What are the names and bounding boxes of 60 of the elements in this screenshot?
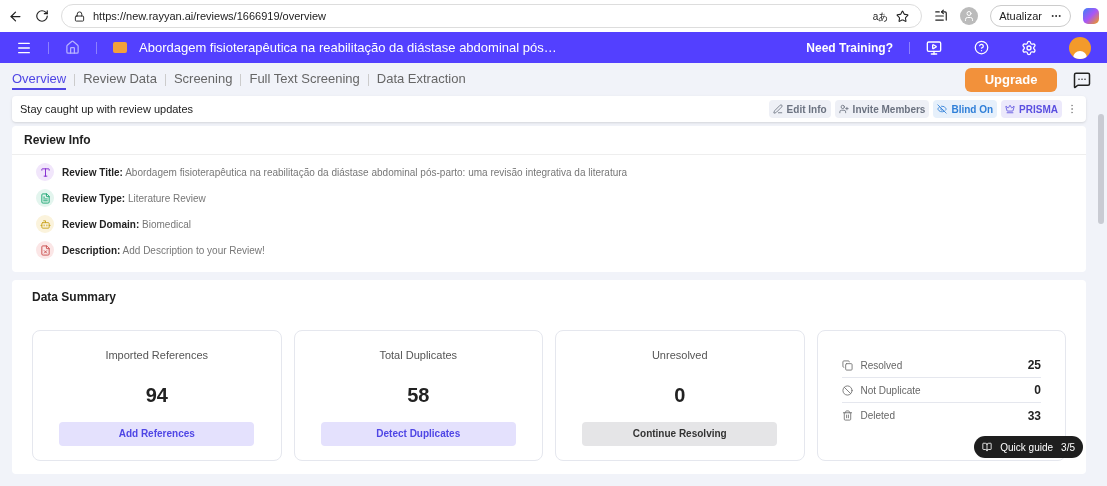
info-text: Review Title: Abordagem fisioterapêutica na reabilitação da diástase abdominal pós-parto: uma revisão integrativa da literatura (62, 165, 628, 180)
action-icon (1005, 104, 1016, 114)
breakdown-icon (841, 410, 853, 421)
favorites-icon[interactable] (934, 9, 949, 23)
toolbar-action[interactable]: Blind On (933, 100, 998, 118)
translate-icon[interactable]: aあ (872, 8, 889, 24)
url-text: https://new.rayyan.ai/reviews/1666919/overview (93, 8, 326, 24)
info-text: Review Domain: Biomedical (62, 217, 191, 232)
info-text: Review Type: Literature Review (62, 191, 206, 206)
info-icon (36, 163, 54, 181)
toolbar-action[interactable]: PRISMA (1001, 100, 1062, 118)
lock-icon (74, 10, 85, 22)
help-icon[interactable] (974, 40, 989, 55)
review-title: Abordagem fisioterapêutica na reabilitação da diástase abdominal pós… (139, 38, 557, 57)
info-icon (36, 241, 54, 259)
breakdown-value: 0 (1034, 382, 1041, 399)
stat-value: 94 (145, 382, 168, 408)
card-title: Review Info (12, 126, 1086, 155)
breakdown-icon (841, 384, 853, 396)
nav-tab[interactable]: Overview (12, 68, 67, 91)
stat-button[interactable]: Add References (59, 421, 255, 446)
breakdown-label: Deleted (860, 409, 896, 423)
breakdown-label: Not Duplicate (860, 383, 922, 398)
breakdown-value: 33 (1027, 407, 1041, 425)
nav-tab[interactable]: Data Extraction (376, 68, 466, 91)
avatar[interactable] (1069, 36, 1091, 59)
settings-icon[interactable] (1021, 39, 1037, 56)
book-icon (982, 442, 993, 452)
info-text: Description: Add Description to your Review! (62, 243, 265, 258)
monitor-icon[interactable] (926, 39, 942, 56)
chat-icon[interactable] (1073, 70, 1091, 89)
favorite-icon[interactable] (896, 9, 910, 23)
stat-label: Unresolved (651, 348, 708, 363)
training-link[interactable]: Need Training? (806, 38, 893, 57)
updates-text: Stay caught up with review updates (20, 101, 195, 117)
toolbar-action[interactable]: Edit Info (768, 100, 831, 118)
home-icon[interactable] (65, 40, 80, 55)
action-icon (838, 104, 849, 114)
action-icon (937, 104, 948, 114)
scrollbar[interactable] (1098, 114, 1104, 224)
nav-tab[interactable]: Review Data (83, 68, 157, 91)
nav-tab[interactable]: Screening (173, 68, 233, 91)
info-icon (36, 189, 54, 207)
stat-label: Total Duplicates (379, 348, 458, 363)
stat-value: 0 (674, 382, 686, 408)
stat-button[interactable]: Continue Resolving (582, 421, 778, 446)
breakdown-value: 25 (1027, 357, 1041, 374)
card-title: Data Summary (32, 289, 118, 306)
info-icon (36, 215, 54, 233)
stat-value: 58 (407, 382, 430, 408)
breakdown-icon (841, 359, 853, 371)
stat-button[interactable]: Detect Duplicates (320, 421, 516, 446)
breakdown-label: Resolved (860, 358, 904, 373)
reload-icon[interactable] (35, 9, 49, 23)
nav-tab[interactable]: Full Text Screening (249, 68, 360, 91)
stat-label: Imported References (105, 348, 209, 363)
action-icon (772, 104, 783, 114)
back-icon[interactable] (8, 8, 23, 24)
toolbar-action[interactable]: Invite Members (834, 100, 930, 118)
quick-guide-button[interactable]: Quick guide 3/5 (974, 436, 1083, 458)
